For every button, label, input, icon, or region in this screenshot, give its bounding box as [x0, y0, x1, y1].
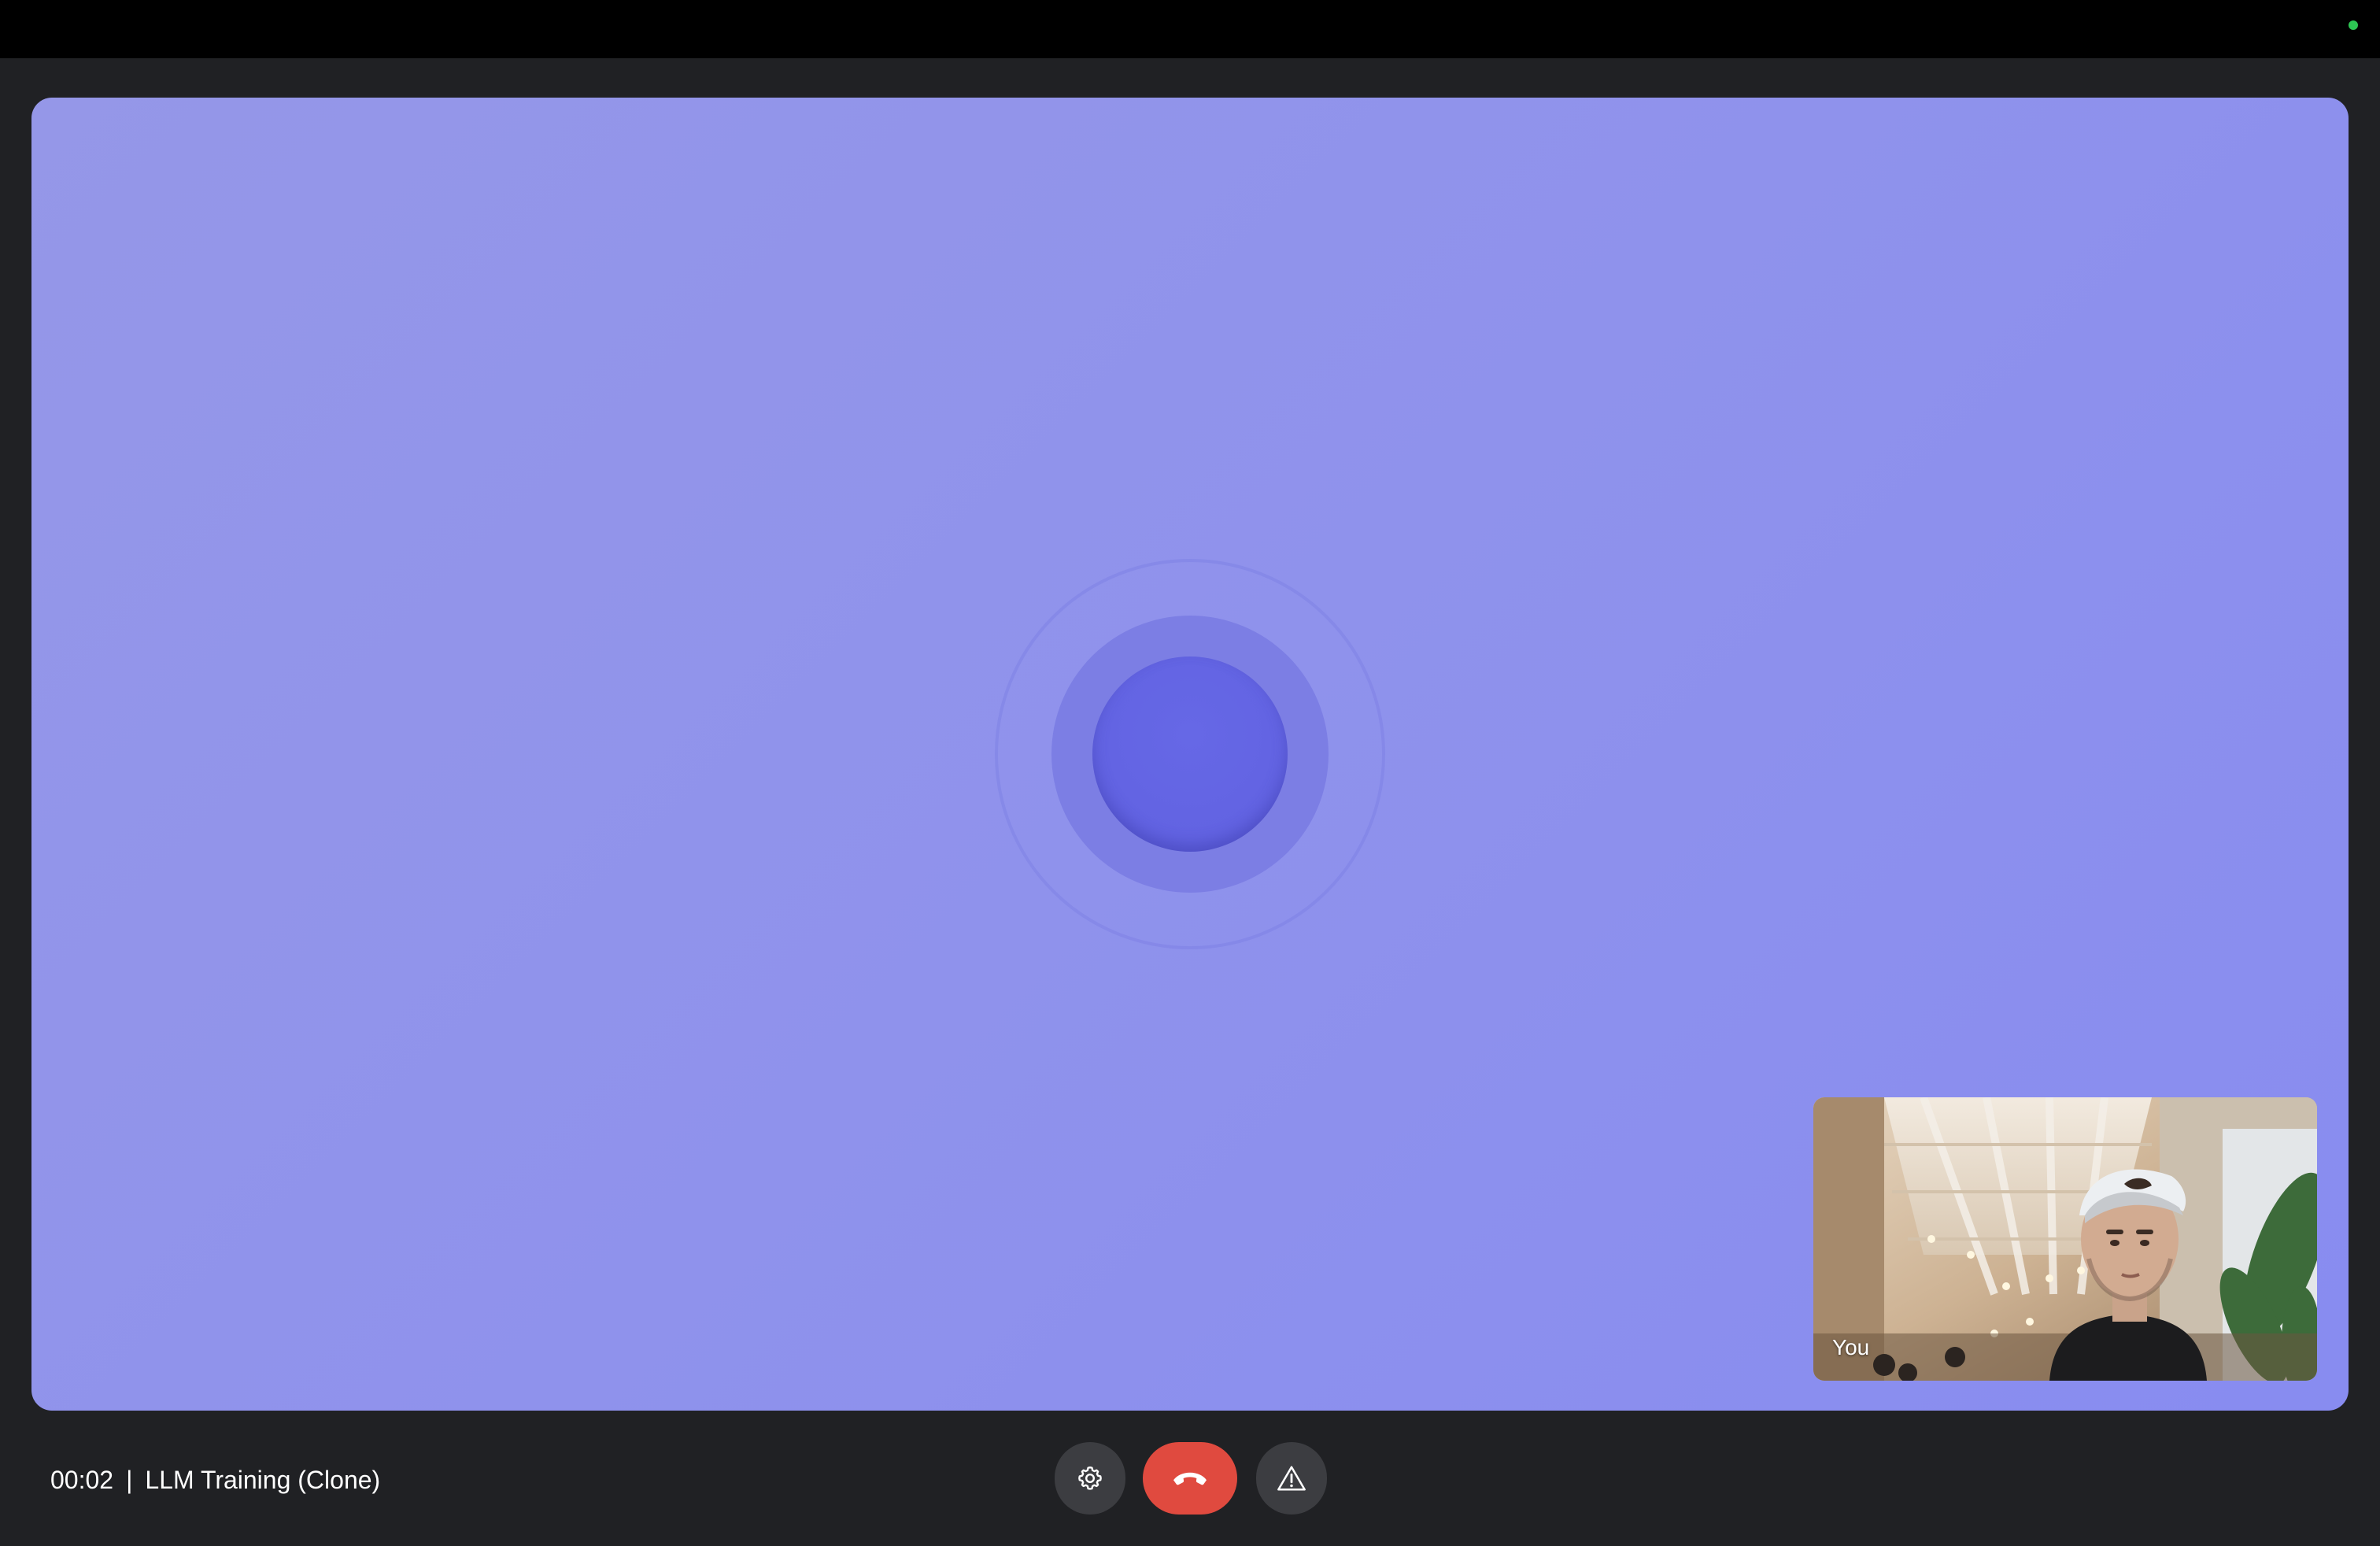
- call-controls: [0, 1442, 2380, 1515]
- self-view-label: You: [1832, 1335, 1870, 1359]
- audio-orb: [1092, 656, 1288, 852]
- window-top-bar: [0, 0, 2380, 58]
- warning-triangle-icon: [1277, 1466, 1306, 1491]
- gear-icon: [1078, 1466, 1102, 1490]
- phone-hangup-icon: [1173, 1472, 1207, 1485]
- status-indicator: [2349, 20, 2358, 30]
- main-video-stage: You: [31, 98, 2349, 1411]
- settings-button[interactable]: [1055, 1442, 1125, 1515]
- hang-up-button[interactable]: [1143, 1442, 1237, 1515]
- self-view-camera-image: [1813, 1097, 2317, 1381]
- report-issue-button[interactable]: [1256, 1442, 1327, 1515]
- self-view-video[interactable]: You: [1813, 1097, 2317, 1381]
